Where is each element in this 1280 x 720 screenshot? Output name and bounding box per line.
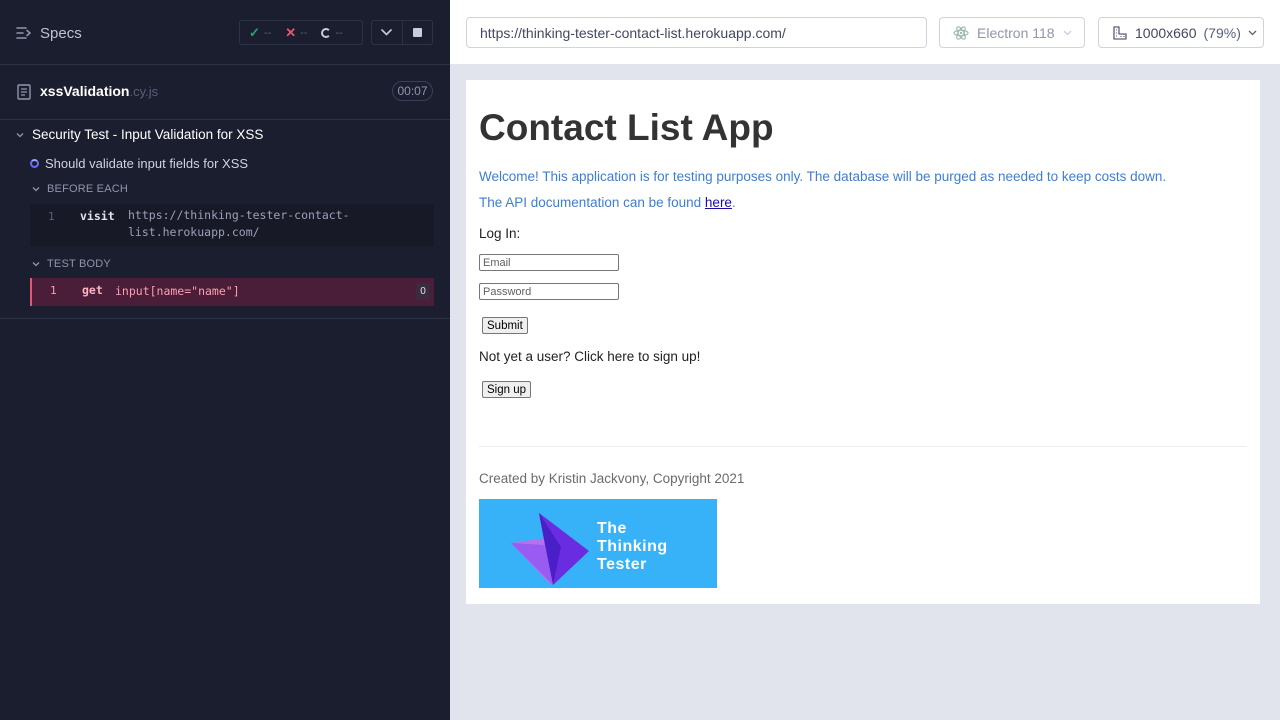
command-name: get	[82, 283, 103, 297]
browser-name: Electron 118	[977, 24, 1055, 41]
logo-text-line-1: The	[597, 520, 627, 537]
failed-count: --	[300, 26, 308, 39]
before-each-hook[interactable]: BEFORE EACH	[32, 183, 128, 195]
command-message: input[name="name"]	[115, 284, 240, 298]
suite-title-row[interactable]: Security Test - Input Validation for XSS	[16, 127, 263, 142]
failed-stat: ✕ --	[285, 25, 307, 41]
pending-stat: --	[321, 26, 343, 39]
spec-file-header: xssValidation.cy.js 00:07	[0, 65, 450, 120]
test-body-hook[interactable]: TEST BODY	[32, 258, 111, 270]
spec-file-name: xssValidation.cy.js	[40, 83, 158, 99]
toggle-autoscroll-button[interactable]	[372, 21, 402, 44]
submit-button[interactable]: Submit	[482, 317, 528, 334]
footer-divider	[479, 446, 1247, 447]
suite-title: Security Test - Input Validation for XSS	[32, 127, 264, 142]
aut-panel: https://thinking-tester-contact-list.her…	[450, 0, 1280, 720]
element-count-badge: 0	[416, 283, 430, 300]
chevron-down-icon	[32, 262, 40, 267]
x-icon: ✕	[285, 24, 297, 40]
document-icon	[17, 84, 31, 100]
origami-bird-icon	[511, 513, 589, 585]
pending-icon	[321, 27, 332, 38]
command-row-get[interactable]: 1 get input[name="name"] 0	[30, 278, 434, 306]
before-each-label: BEFORE EACH	[47, 183, 129, 195]
spec-name: xssValidation	[40, 83, 130, 99]
running-spinner-icon	[30, 159, 39, 168]
thinking-tester-logo: The Thinking Tester	[479, 499, 717, 588]
command-row-visit[interactable]: 1 visit https://thinking-tester-contact-…	[30, 204, 434, 246]
signup-prompt: Not yet a user? Click here to sign up!	[479, 349, 701, 364]
suite-block: Security Test - Input Validation for XSS…	[0, 120, 450, 319]
duration-badge: 00:07	[392, 81, 433, 101]
spec-ext: .cy.js	[129, 84, 159, 99]
passed-stat: ✓ --	[249, 25, 271, 41]
specs-label: Specs	[40, 24, 82, 42]
api-doc-suffix: .	[731, 195, 736, 210]
stop-button[interactable]	[401, 21, 432, 44]
pending-count: --	[335, 26, 343, 39]
ruler-icon	[1113, 25, 1127, 40]
stop-icon	[412, 28, 422, 37]
chevron-down-icon	[32, 187, 40, 192]
chevron-down-icon	[16, 132, 24, 137]
email-input[interactable]	[479, 254, 619, 271]
test-title: Should validate input fields for XSS	[45, 156, 249, 171]
viewport-size: 1000x660	[1135, 24, 1197, 41]
command-log-panel: Specs ✓ -- ✕ -- -- xssValidation.cy.js 0…	[0, 0, 450, 720]
footer-copyright: Created by Kristin Jackvony, Copyright 2…	[479, 471, 745, 486]
specs-list-icon	[16, 27, 31, 39]
viewport-selector[interactable]: 1000x660 (79%)	[1098, 17, 1264, 48]
electron-icon	[953, 25, 969, 40]
chevron-down-icon	[1063, 30, 1072, 35]
browser-selector[interactable]: Electron 118	[939, 17, 1085, 48]
check-icon: ✓	[249, 24, 260, 40]
command-number: 1	[50, 284, 57, 297]
command-name: visit	[80, 209, 115, 223]
command-number: 1	[48, 210, 55, 223]
login-label: Log In:	[479, 226, 521, 241]
logo-text-line-2: Thinking	[597, 538, 668, 555]
welcome-message: Welcome! This application is for testing…	[479, 169, 1167, 184]
page-title: Contact List App	[479, 107, 774, 148]
api-doc-link[interactable]: here	[705, 195, 732, 210]
runner-header: Specs ✓ -- ✕ -- --	[0, 0, 450, 65]
app-iframe: Contact List App Welcome! This applicati…	[466, 80, 1260, 604]
signup-button[interactable]: Sign up	[482, 381, 532, 398]
test-body-label: TEST BODY	[47, 258, 111, 270]
specs-button[interactable]: Specs	[16, 22, 82, 44]
logo-text-line-3: Tester	[597, 556, 647, 573]
command-message: https://thinking-tester-contact-list.her…	[128, 208, 350, 239]
password-input[interactable]	[479, 283, 619, 300]
chevron-down-icon	[1248, 30, 1257, 35]
api-doc-message: The API documentation can be found here.	[479, 195, 736, 210]
chevron-down-icon	[381, 29, 393, 36]
url-bar[interactable]: https://thinking-tester-contact-list.her…	[466, 17, 927, 48]
api-doc-text: The API documentation can be found	[479, 195, 705, 210]
run-controls	[371, 20, 433, 45]
passed-count: --	[263, 26, 272, 39]
aut-header: https://thinking-tester-contact-list.her…	[450, 0, 1280, 64]
zoom-level: (79%)	[1203, 24, 1241, 41]
test-stats: ✓ -- ✕ -- --	[239, 20, 363, 45]
test-row[interactable]: Should validate input fields for XSS	[30, 156, 248, 171]
